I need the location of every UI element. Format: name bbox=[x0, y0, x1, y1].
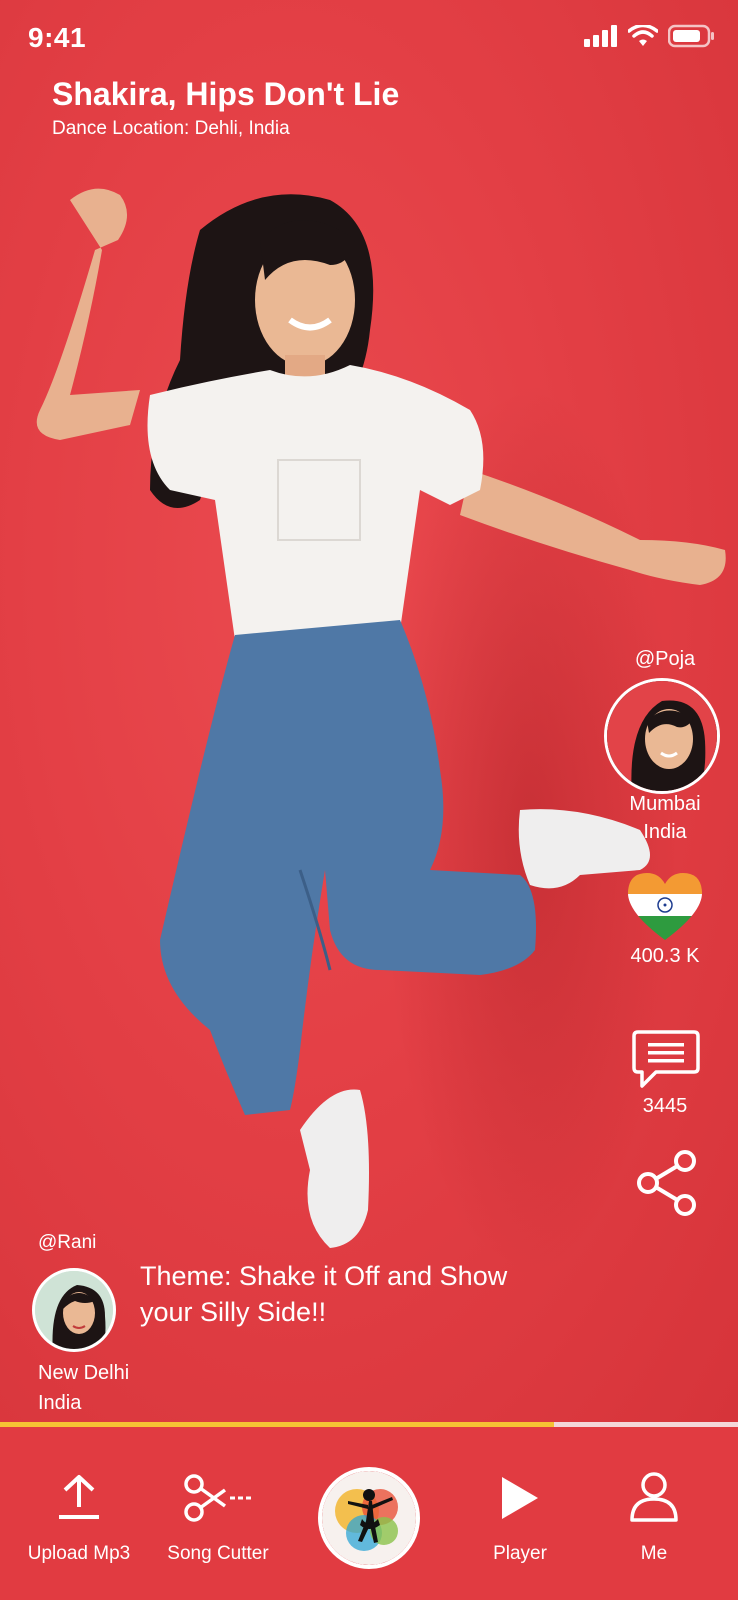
theme-text-line1: Theme: Shake it Off and Show bbox=[140, 1261, 508, 1291]
theme-avatar[interactable] bbox=[32, 1268, 116, 1352]
cellular-signal-icon bbox=[584, 25, 617, 47]
theme-handle[interactable]: @Rani bbox=[38, 1232, 96, 1254]
share-icon[interactable] bbox=[634, 1150, 700, 1216]
nav-me-label: Me bbox=[640, 1543, 668, 1564]
poster-country: India bbox=[643, 821, 687, 843]
nav-upload-label: Upload Mp3 bbox=[27, 1543, 131, 1564]
dancer-logo-icon bbox=[322, 1471, 416, 1565]
comment-icon[interactable] bbox=[632, 1028, 700, 1092]
comments-count: 3445 bbox=[642, 1095, 688, 1117]
play-icon bbox=[502, 1477, 538, 1519]
heart-like-icon[interactable] bbox=[625, 870, 705, 942]
likes-count: 400.3 K bbox=[630, 945, 700, 967]
nav-dance-record-button[interactable] bbox=[318, 1467, 420, 1569]
scissors-icon bbox=[184, 1474, 251, 1522]
theme-text: Theme: Shake it Off and Show your Silly … bbox=[140, 1258, 580, 1330]
nav-song-cutter[interactable]: Song Cutter bbox=[158, 1427, 278, 1600]
wifi-icon bbox=[628, 25, 658, 46]
poster-city: Mumbai bbox=[629, 793, 701, 815]
upload-icon bbox=[59, 1475, 99, 1519]
theme-city: New Delhi bbox=[38, 1362, 130, 1384]
battery-icon bbox=[668, 24, 714, 48]
user-profile-icon bbox=[630, 1472, 678, 1522]
poster-avatar[interactable] bbox=[604, 678, 720, 794]
nav-cutter-label: Song Cutter bbox=[167, 1543, 269, 1564]
status-icons bbox=[584, 24, 716, 48]
status-time: 9:41 bbox=[28, 22, 87, 53]
song-title[interactable]: Shakira, Hips Don't Lie bbox=[52, 76, 399, 113]
poster-location: Mumbai India bbox=[600, 790, 730, 846]
nav-player[interactable]: Player bbox=[460, 1427, 580, 1600]
dance-location: Dance Location: Dehli, India bbox=[52, 118, 290, 139]
theme-text-line2: your Silly Side!! bbox=[140, 1297, 327, 1327]
poster-handle[interactable]: @Poja bbox=[600, 648, 730, 671]
bottom-nav: Upload Mp3 Song Cutter Player Me bbox=[0, 1427, 738, 1600]
status-bar: 9:41 bbox=[0, 0, 738, 80]
theme-location: New Delhi India bbox=[38, 1358, 129, 1418]
nav-player-label: Player bbox=[493, 1543, 547, 1564]
nav-me[interactable]: Me bbox=[594, 1427, 714, 1600]
nav-upload-mp3[interactable]: Upload Mp3 bbox=[14, 1427, 144, 1600]
theme-country: India bbox=[38, 1392, 82, 1414]
